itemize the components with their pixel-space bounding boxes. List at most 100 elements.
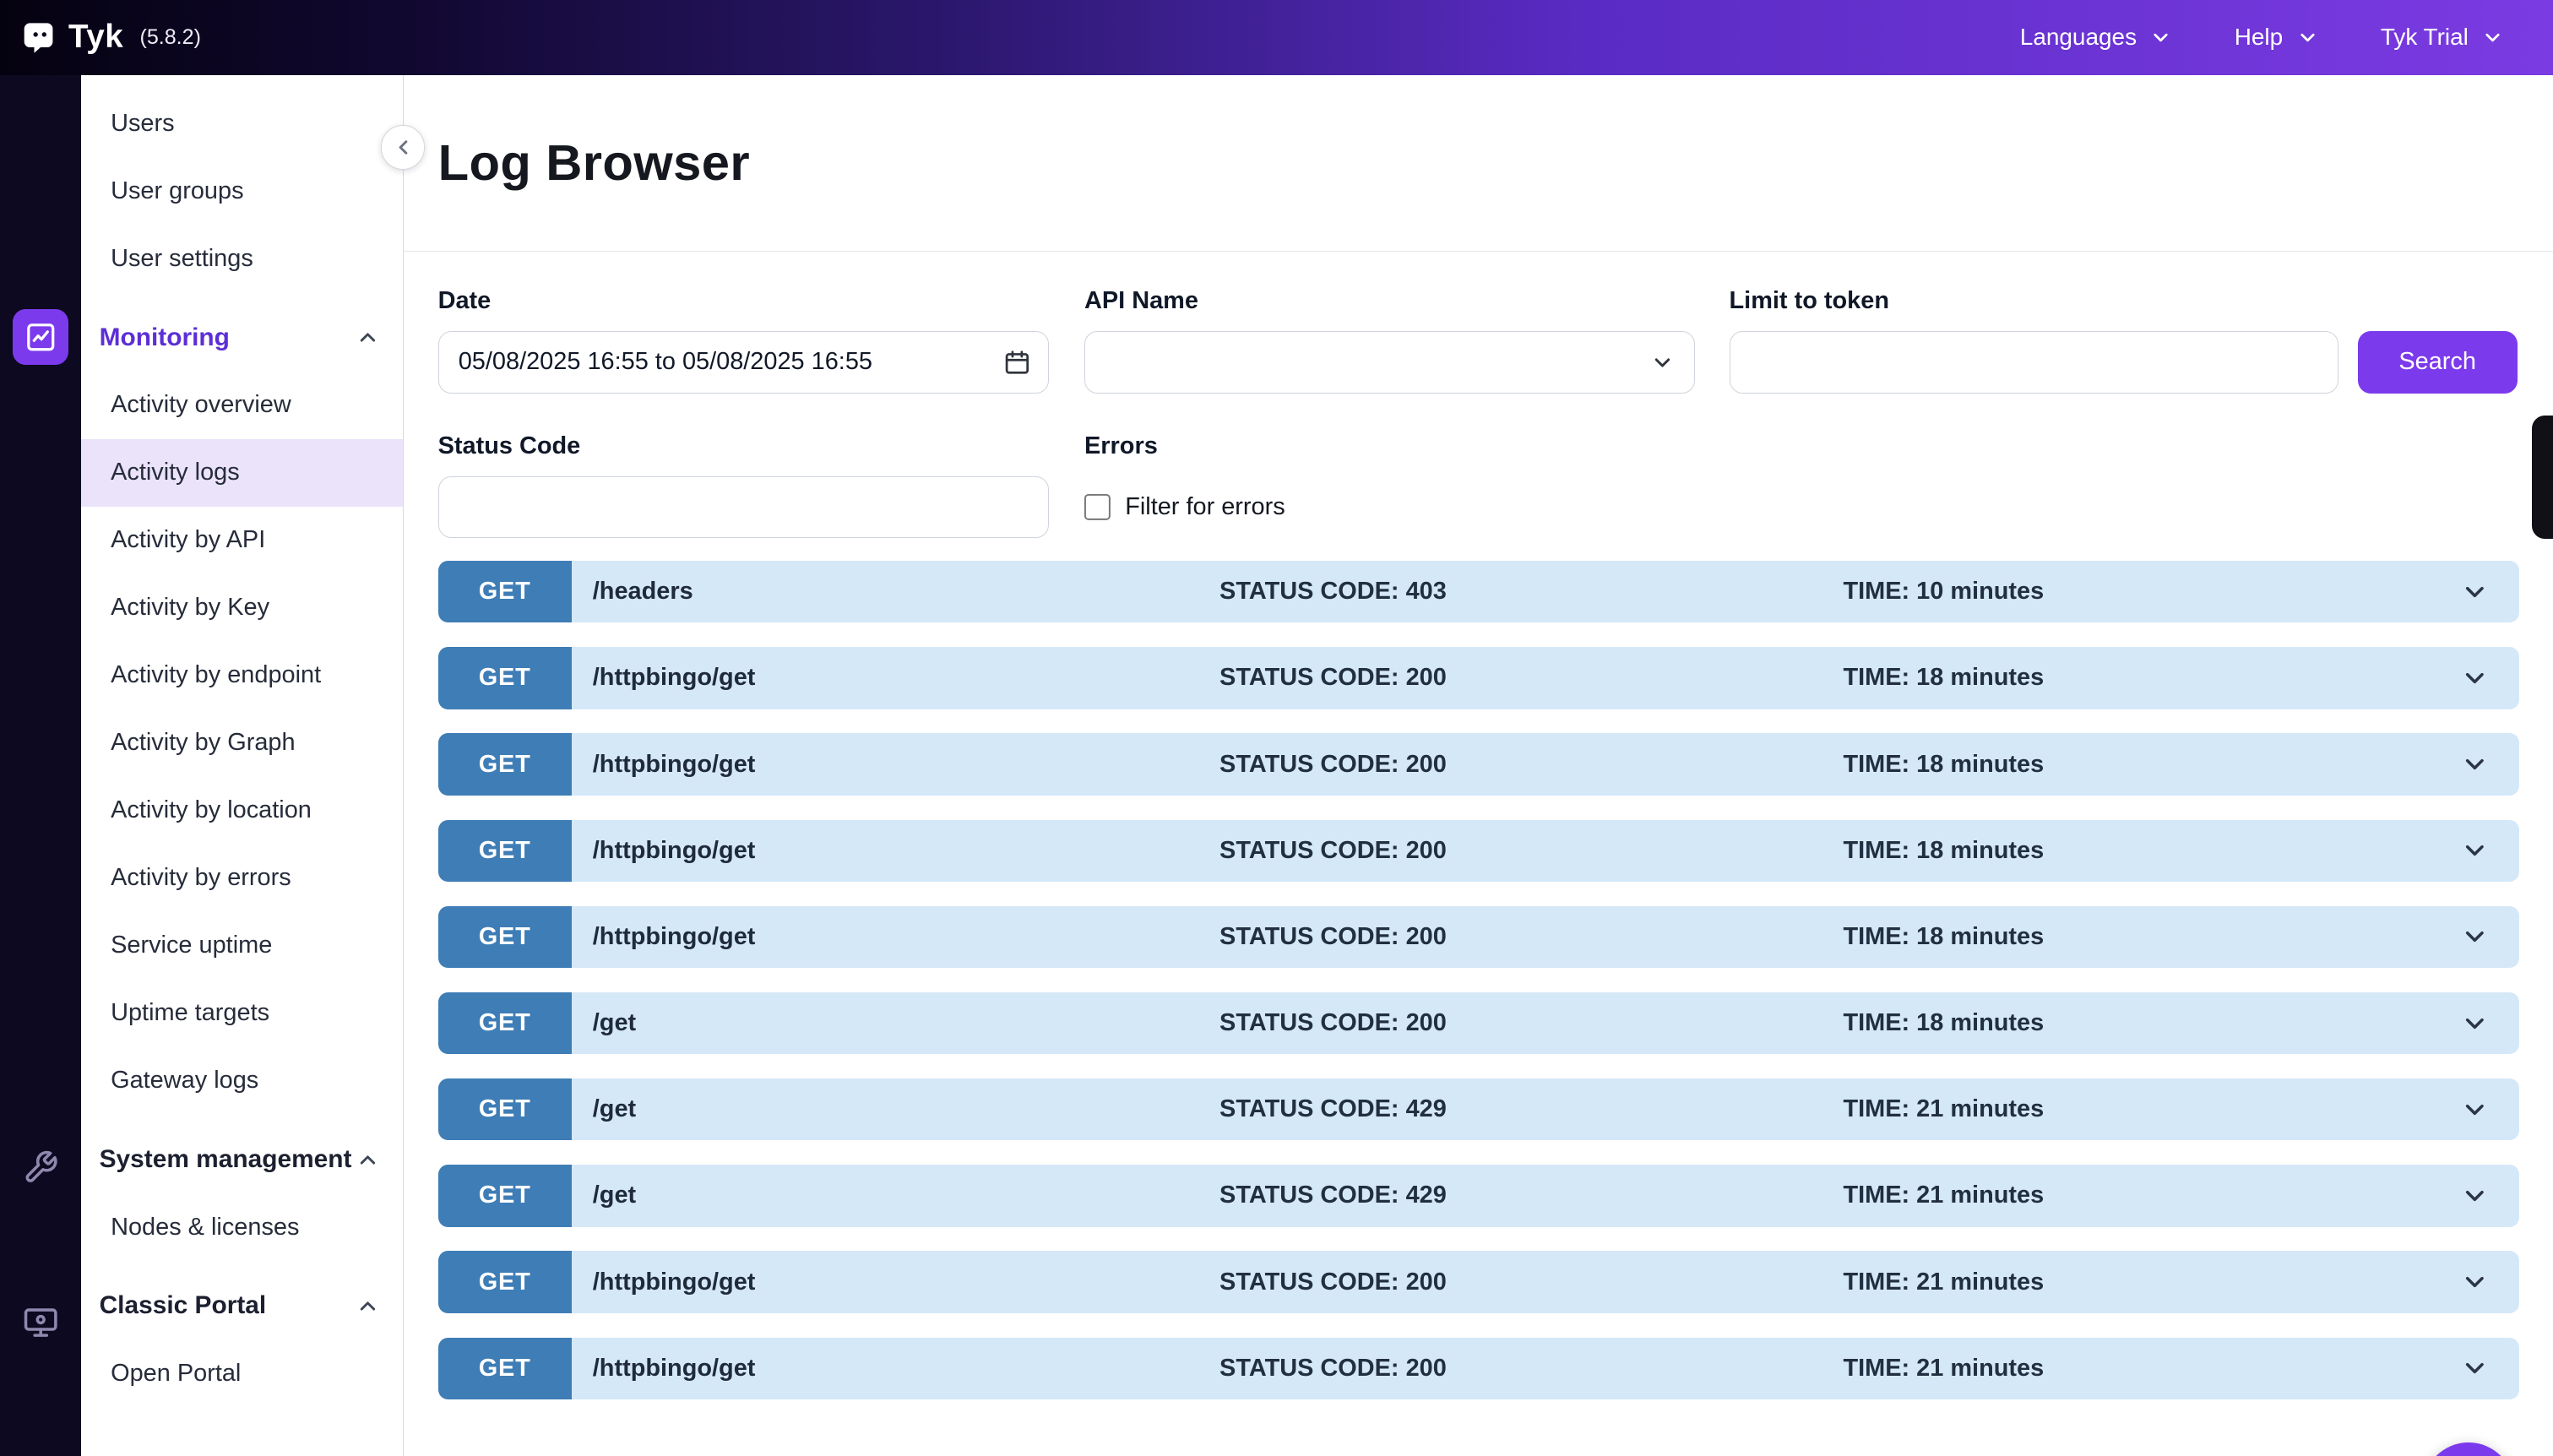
- calendar-icon[interactable]: [1003, 349, 1031, 377]
- log-row[interactable]: GET /httpbingo/get STATUS CODE: 200 TIME…: [438, 906, 2519, 968]
- feedback-tab[interactable]: [2532, 416, 2553, 540]
- sidebar-item-activity-by-key[interactable]: Activity by Key: [81, 574, 403, 642]
- sidebar-item-activity-by-endpoint[interactable]: Activity by endpoint: [81, 642, 403, 709]
- version-label: (5.8.2): [140, 25, 201, 50]
- method-badge: GET: [438, 647, 572, 709]
- languages-menu-label: Languages: [2020, 24, 2137, 51]
- chevron-down-icon[interactable]: [2460, 1008, 2490, 1038]
- sidebar-section-classic-portal[interactable]: Classic Portal: [81, 1272, 403, 1339]
- help-menu[interactable]: Help: [2235, 24, 2319, 51]
- sidebar-item-activity-logs[interactable]: Activity logs: [81, 439, 403, 507]
- log-path: /headers: [593, 578, 693, 606]
- log-row[interactable]: GET /httpbingo/get STATUS CODE: 200 TIME…: [438, 647, 2519, 709]
- chevron-down-icon[interactable]: [2460, 1182, 2490, 1211]
- log-path: /httpbingo/get: [593, 751, 756, 779]
- log-path: /httpbingo/get: [593, 664, 756, 692]
- log-status: STATUS CODE: 200: [1219, 751, 1447, 779]
- chevron-down-icon[interactable]: [2460, 1268, 2490, 1297]
- log-row[interactable]: GET /httpbingo/get STATUS CODE: 200 TIME…: [438, 1251, 2519, 1312]
- method-badge: GET: [438, 820, 572, 882]
- sidebar-collapse-button[interactable]: [381, 125, 425, 169]
- chevron-down-icon[interactable]: [2460, 922, 2490, 952]
- page-title: Log Browser: [438, 133, 2519, 192]
- icon-rail: [0, 75, 81, 1456]
- log-row[interactable]: GET /get STATUS CODE: 429 TIME: 21 minut…: [438, 1078, 2519, 1140]
- app-shell: Users User groups User settings Monitori…: [0, 75, 2553, 1456]
- sidebar-item-activity-by-graph[interactable]: Activity by Graph: [81, 709, 403, 777]
- sidebar-section-system-management[interactable]: System management: [81, 1126, 403, 1193]
- wrench-icon[interactable]: [21, 1148, 60, 1187]
- sidebar-item-activity-by-api[interactable]: Activity by API: [81, 507, 403, 574]
- log-status: STATUS CODE: 200: [1219, 1009, 1447, 1037]
- sidebar-item-gateway-logs[interactable]: Gateway logs: [81, 1047, 403, 1115]
- log-time: TIME: 21 minutes: [1843, 1182, 2044, 1209]
- sidebar-item-user-groups[interactable]: User groups: [81, 157, 403, 225]
- chevron-down-icon[interactable]: [2460, 836, 2490, 866]
- chevron-down-icon: [2481, 26, 2504, 49]
- log-time: TIME: 18 minutes: [1843, 837, 2044, 865]
- log-time: TIME: 18 minutes: [1843, 664, 2044, 692]
- method-badge: GET: [438, 561, 572, 622]
- date-label: Date: [438, 287, 1049, 317]
- sidebar-section-label: System management: [100, 1145, 352, 1174]
- log-row[interactable]: GET /httpbingo/get STATUS CODE: 200 TIME…: [438, 820, 2519, 882]
- tyk-trial-menu[interactable]: Tyk Trial: [2381, 24, 2504, 51]
- log-path: /get: [593, 1182, 636, 1209]
- brand: Tyk (5.8.2): [23, 19, 201, 56]
- top-bar: Tyk (5.8.2) Languages Help Tyk Trial: [0, 0, 2553, 75]
- chevron-down-icon[interactable]: [2460, 664, 2490, 693]
- chevron-down-icon[interactable]: [2460, 1095, 2490, 1124]
- api-name-label: API Name: [1084, 287, 1695, 317]
- limit-to-token-label: Limit to token: [1730, 287, 2338, 317]
- log-time: TIME: 21 minutes: [1843, 1355, 2044, 1383]
- tyk-logo-text: Tyk: [68, 19, 123, 56]
- status-code-label: Status Code: [438, 432, 1049, 462]
- sidebar-item-activity-by-errors[interactable]: Activity by errors: [81, 845, 403, 912]
- search-button[interactable]: Search: [2358, 331, 2518, 393]
- sidebar: Users User groups User settings Monitori…: [81, 75, 404, 1456]
- top-menus: Languages Help Tyk Trial: [2020, 24, 2504, 51]
- tyk-logo-icon: [23, 20, 57, 54]
- log-status: STATUS CODE: 429: [1219, 1095, 1447, 1123]
- languages-menu[interactable]: Languages: [2020, 24, 2173, 51]
- sidebar-item-open-portal[interactable]: Open Portal: [81, 1339, 403, 1407]
- help-menu-label: Help: [2235, 24, 2283, 51]
- log-row[interactable]: GET /get STATUS CODE: 429 TIME: 21 minut…: [438, 1165, 2519, 1226]
- chevron-down-icon[interactable]: [2460, 750, 2490, 780]
- log-row[interactable]: GET /httpbingo/get STATUS CODE: 200 TIME…: [438, 733, 2519, 795]
- sidebar-item-nodes-licenses[interactable]: Nodes & licenses: [81, 1193, 403, 1261]
- chevron-down-icon[interactable]: [2460, 1354, 2490, 1383]
- log-path: /httpbingo/get: [593, 1269, 756, 1296]
- sidebar-section-label: Monitoring: [100, 323, 230, 352]
- sidebar-item-user-settings[interactable]: User settings: [81, 225, 403, 292]
- status-code-input[interactable]: [438, 476, 1049, 538]
- log-row[interactable]: GET /headers STATUS CODE: 403 TIME: 10 m…: [438, 561, 2519, 622]
- sidebar-item-users[interactable]: Users: [81, 90, 403, 157]
- sidebar-item-activity-by-location[interactable]: Activity by location: [81, 777, 403, 845]
- filter-errors-checkbox[interactable]: [1084, 494, 1111, 520]
- chevron-left-icon: [392, 136, 415, 159]
- chevron-up-icon: [356, 1148, 380, 1172]
- sidebar-section-monitoring[interactable]: Monitoring: [81, 304, 403, 372]
- tyk-trial-menu-label: Tyk Trial: [2381, 24, 2469, 51]
- log-row[interactable]: GET /get STATUS CODE: 200 TIME: 18 minut…: [438, 992, 2519, 1054]
- api-name-select[interactable]: [1084, 331, 1695, 393]
- method-badge: GET: [438, 1251, 572, 1312]
- limit-to-token-input[interactable]: [1730, 331, 2338, 393]
- sidebar-item-activity-overview[interactable]: Activity overview: [81, 372, 403, 439]
- sidebar-item-service-uptime[interactable]: Service uptime: [81, 912, 403, 980]
- method-badge: GET: [438, 1165, 572, 1226]
- portal-monitor-icon[interactable]: [21, 1302, 60, 1341]
- log-status: STATUS CODE: 200: [1219, 923, 1447, 951]
- sidebar-item-uptime-targets[interactable]: Uptime targets: [81, 980, 403, 1047]
- method-badge: GET: [438, 1078, 572, 1140]
- log-path: /get: [593, 1009, 636, 1037]
- log-status: STATUS CODE: 403: [1219, 578, 1447, 606]
- date-range-input[interactable]: [438, 331, 1049, 393]
- chevron-down-icon[interactable]: [2460, 577, 2490, 606]
- filters-panel: Date API Name Limit to token: [438, 287, 2519, 538]
- monitoring-rail-icon[interactable]: [13, 309, 68, 365]
- log-status: STATUS CODE: 200: [1219, 1269, 1447, 1296]
- main-content: Log Browser Date API Name: [404, 75, 2553, 1456]
- log-row[interactable]: GET /httpbingo/get STATUS CODE: 200 TIME…: [438, 1338, 2519, 1399]
